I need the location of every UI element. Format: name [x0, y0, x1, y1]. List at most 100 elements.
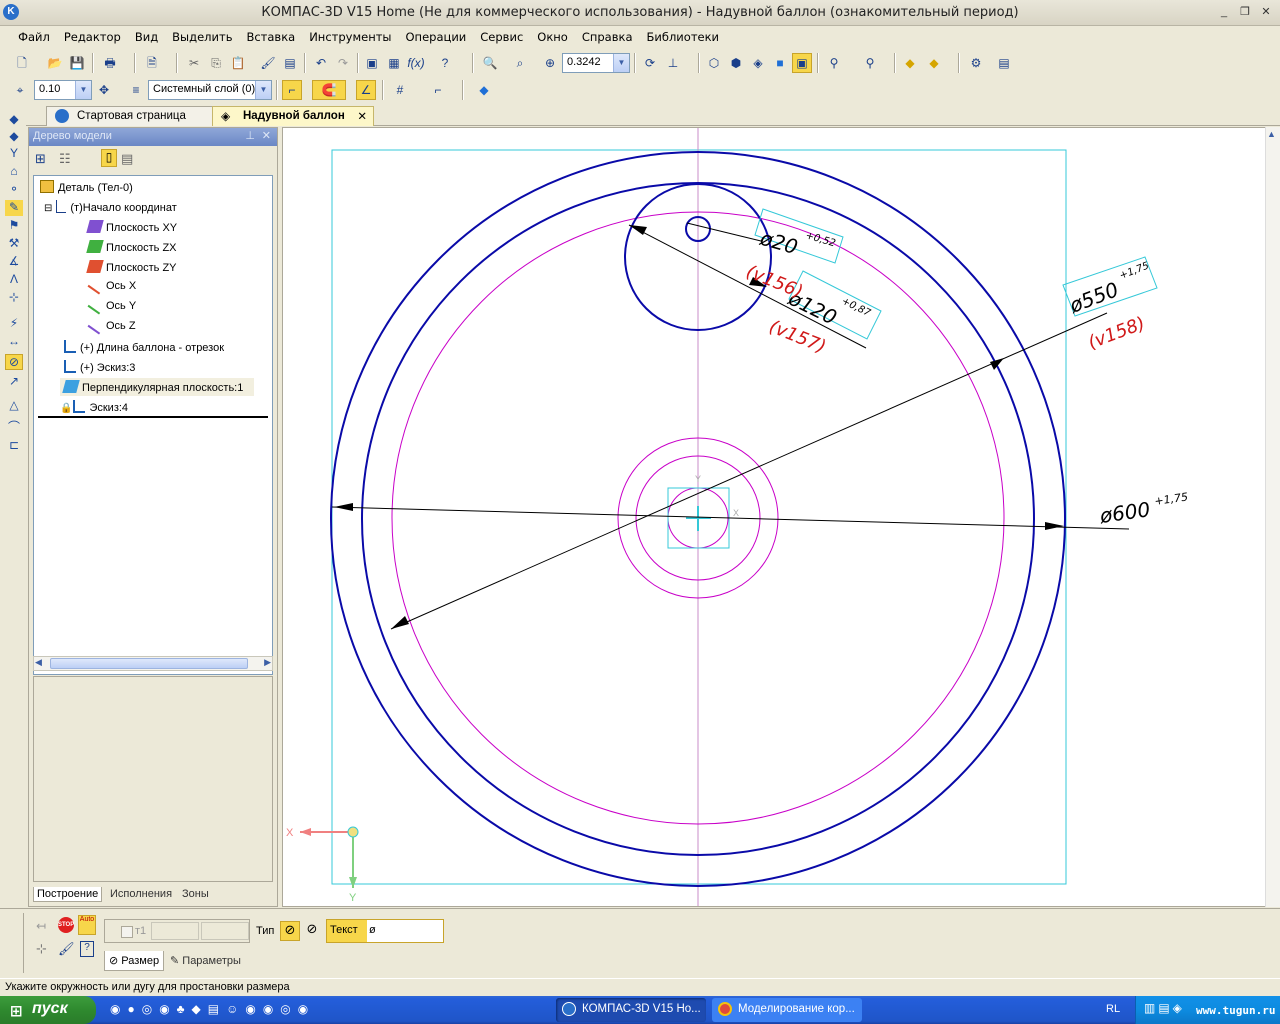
diameter-type-icon[interactable]: ⊘	[280, 921, 300, 941]
zoom-fit-icon[interactable]: ⌕	[510, 53, 530, 73]
language-indicator[interactable]: RL	[1106, 1003, 1120, 1015]
filter-icon[interactable]: ⚲	[824, 53, 844, 73]
filter-y-icon[interactable]: Y	[5, 146, 23, 162]
tree-node-axis-y[interactable]: Ось Y	[87, 300, 136, 315]
menu-help[interactable]: Справка	[575, 27, 640, 44]
scroll-up-icon[interactable]: ▲	[1267, 129, 1276, 139]
redo-icon[interactable]: ↷	[333, 53, 353, 73]
spatial-curves-icon[interactable]: ◆	[5, 129, 23, 145]
select-filter-icon[interactable]: ⚲	[860, 53, 880, 73]
sketch-mode-icon[interactable]: ⌐	[282, 80, 302, 100]
open-folder-icon[interactable]: 📂	[45, 53, 65, 73]
radius-type-icon[interactable]: ⊘	[302, 921, 322, 941]
back-arrow-icon[interactable]: ↤	[36, 919, 46, 933]
rotate-icon[interactable]: ⟳	[640, 53, 660, 73]
tab-construction[interactable]: Построение	[33, 887, 103, 902]
sketch-svg[interactable]: Y X ø20 +0,52 ø120 +0,87 ø550 +1,75 ø600…	[283, 128, 1280, 908]
edit-details-icon[interactable]: ◆	[5, 112, 23, 128]
canvas-vertical-scrollbar[interactable]: ▲	[1265, 127, 1280, 907]
tab-start-page[interactable]: Стартовая страница	[46, 106, 218, 126]
help-pointer-icon[interactable]: ?	[435, 53, 455, 73]
tab-naduvnoy-ballon[interactable]: ◈ Надувной баллон ✕	[212, 106, 374, 126]
dimensions-icon[interactable]: ⚡	[5, 316, 23, 332]
menu-editor[interactable]: Редактор	[57, 27, 128, 44]
paste-icon[interactable]: 📋	[228, 53, 248, 73]
menu-tools[interactable]: Инструменты	[302, 27, 398, 44]
tree-node-axis-z[interactable]: Ось Z	[87, 320, 136, 335]
tab-parameters[interactable]: ✎ Параметры	[170, 954, 241, 967]
format-brush-icon[interactable]: 🖌	[258, 53, 278, 73]
diameter-dim-icon[interactable]: ⊘	[5, 354, 23, 370]
preview-icon[interactable]: 🗎	[142, 53, 162, 73]
t1-x-field[interactable]	[151, 922, 199, 940]
step-combo[interactable]: 0.10 ▼	[34, 80, 92, 100]
shaded-edges-icon[interactable]: ■	[770, 53, 790, 73]
surfaces-icon[interactable]: ⌂	[5, 164, 23, 180]
ortho-icon[interactable]: ⌐	[428, 80, 448, 100]
menu-libraries[interactable]: Библиотеки	[640, 27, 727, 44]
restore-button[interactable]: ❐	[1237, 5, 1253, 19]
tree-view-icon[interactable]: ▯	[101, 149, 117, 167]
parametric-icon[interactable]: ∠	[356, 80, 376, 100]
library-icon[interactable]: ◆	[900, 53, 920, 73]
hammer-icon[interactable]: ⚒	[5, 236, 23, 252]
function-icon[interactable]: f(x)	[406, 53, 426, 73]
tree-node-axis-x[interactable]: Ось X	[87, 280, 136, 295]
collapse-icon[interactable]: ⊟	[44, 203, 52, 214]
tree-node-sketch-4[interactable]: 🔒 Эскиз:4	[60, 400, 128, 414]
radius-dim-icon[interactable]: ↗	[5, 374, 23, 390]
save-icon[interactable]: 💾	[67, 53, 87, 73]
stop-icon[interactable]: STOP	[58, 917, 74, 933]
tree-node-part[interactable]: Деталь (Тел-0)	[40, 180, 133, 194]
zoom-combo[interactable]: 0.3242 ▼	[562, 53, 630, 73]
grid-icon[interactable]: #	[390, 80, 410, 100]
menu-select[interactable]: Выделить	[165, 27, 239, 44]
text-button[interactable]: Текст	[327, 920, 367, 942]
arrays-icon[interactable]: ⚬	[5, 182, 23, 198]
cursor-step-icon[interactable]: ✥	[94, 80, 114, 100]
properties-icon[interactable]: ▤	[280, 53, 300, 73]
tab-executions[interactable]: Исполнения	[107, 887, 175, 901]
perspective-icon[interactable]: ▣	[792, 53, 812, 73]
scroll-thumb[interactable]	[50, 658, 248, 669]
tree-node-plane-zy[interactable]: Плоскость ZY	[86, 260, 177, 274]
task-browser[interactable]: Моделирование кор...	[712, 998, 862, 1022]
zoom-window-icon[interactable]: 🔍	[480, 53, 500, 73]
chain-dim-icon[interactable]: ⊏	[5, 438, 23, 454]
local-cs-icon[interactable]: ◆	[474, 80, 494, 100]
menu-insert[interactable]: Вставка	[239, 27, 302, 44]
new-file-icon[interactable]: 🗋	[12, 53, 32, 73]
tab-size[interactable]: ⊘ Размер	[104, 951, 164, 971]
scroll-right-icon[interactable]: ▶	[264, 657, 271, 668]
angular-dim-icon[interactable]: △	[5, 398, 23, 414]
tree-node-length-segment[interactable]: (+) Длина баллона - отрезок	[64, 340, 224, 354]
tree-list-icon[interactable]: ☷	[59, 151, 71, 167]
angle-icon[interactable]: ∡	[5, 254, 23, 270]
cut-icon[interactable]: ✂	[184, 53, 204, 73]
wireframe-icon[interactable]: ⬡	[704, 53, 724, 73]
brush-icon[interactable]: 🖌	[58, 941, 75, 957]
close-panel-icon[interactable]: ✕	[262, 129, 271, 142]
menu-view[interactable]: Вид	[128, 27, 165, 44]
report-icon[interactable]: ▤	[994, 53, 1014, 73]
tree-doc-icon[interactable]: ▤	[121, 151, 133, 167]
layer-combo[interactable]: Системный слой (0) ▼	[148, 80, 272, 100]
library-manager-icon[interactable]: ◆	[924, 53, 944, 73]
close-tab-icon[interactable]: ✕	[357, 109, 367, 123]
drawing-canvas[interactable]: Y X ø20 +0,52 ø120 +0,87 ø550 +1,75 ø600…	[282, 127, 1280, 907]
menu-file[interactable]: Файл	[11, 27, 57, 44]
quicklaunch-icons[interactable]: ◉●◎◉♣◆▤☺◉◉◎◉	[110, 1002, 315, 1016]
pin-icon[interactable]: ⊥	[245, 129, 255, 142]
tree-horizontal-scrollbar[interactable]: ◀ ▶	[33, 656, 273, 671]
undo-icon[interactable]: ↶	[311, 53, 331, 73]
menu-service[interactable]: Сервис	[473, 27, 530, 44]
variables-icon[interactable]: ▦	[384, 53, 404, 73]
snap-magnet-icon[interactable]: 🧲	[312, 80, 346, 100]
close-button[interactable]: ✕	[1258, 5, 1274, 19]
tree-node-plane-xy[interactable]: Плоскость XY	[86, 220, 177, 234]
spec-icon[interactable]: ⚙	[966, 53, 986, 73]
linear-dim-icon[interactable]: ↔	[5, 334, 23, 350]
tree-node-plane-zx[interactable]: Плоскость ZX	[86, 240, 177, 254]
text-field[interactable]: ø	[369, 924, 376, 936]
diagnostics-icon[interactable]: ⚑	[5, 218, 23, 234]
